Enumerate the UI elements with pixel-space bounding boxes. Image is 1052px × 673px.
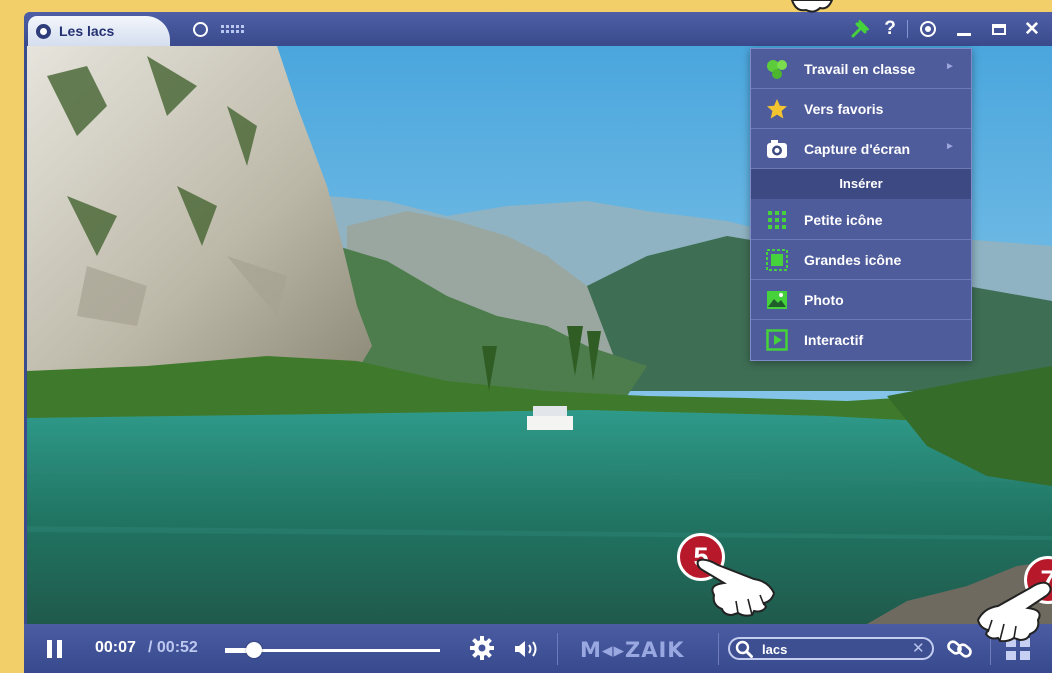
seek-handle[interactable] [246,642,263,658]
menu-item-label: Interactif [804,332,864,348]
menu-item-travail-en-classe[interactable]: Travail en classe ► [751,49,971,89]
interactive-play-icon [766,329,788,351]
star-icon [767,99,787,119]
pin-icon[interactable] [850,19,870,39]
small-icon-grid-icon [768,211,786,229]
mozaik-logo: M◂▸ZAIK [580,638,685,662]
current-time: 00:07 [95,639,136,656]
menu-item-label: Photo [804,292,844,308]
menu-item-label: Petite icône [804,212,883,228]
player-control-bar: 00:07 / 00:52 M◂▸ZAIK lacs ✕ [24,624,1052,673]
title-bar: Les lacs ? ✕ [24,12,1052,46]
menu-item-petite-icone[interactable]: Petite icône [751,200,971,240]
gear-icon[interactable] [470,636,494,660]
search-box: ✕ [728,637,934,660]
pointing-hand-icon [976,581,1052,642]
submenu-arrow-icon: ► [945,61,955,72]
pause-icon[interactable] [47,640,62,658]
menu-item-label: Capture d'écran [804,141,911,157]
link-icon[interactable] [946,637,974,661]
menu-item-interactif[interactable]: Interactif [751,320,971,360]
close-icon[interactable]: ✕ [1022,19,1042,40]
submenu-arrow-icon: ► [945,141,955,152]
photo-icon [767,291,787,309]
eye-icon[interactable] [918,19,938,39]
menu-item-capture-ecran[interactable]: Capture d'écran ► [751,129,971,169]
help-icon[interactable]: ? [881,18,899,39]
pointing-hand-icon [790,0,834,13]
clear-search-icon[interactable]: ✕ [912,639,925,657]
menu-section-inserer: Insérer [751,169,971,199]
menu-item-vers-favoris[interactable]: Vers favoris [751,89,971,129]
menu-item-label: Travail en classe [804,61,916,77]
menu-item-label: Grandes icône [804,252,902,268]
control-divider [557,633,558,665]
title-bar-divider [907,20,908,38]
maximize-icon[interactable] [990,19,1008,39]
volume-icon[interactable] [514,639,540,659]
search-icon[interactable] [735,640,753,658]
seek-bar[interactable] [225,642,440,658]
video-window: Les lacs ? ✕ Travail en classe ► Vers fa… [24,12,1052,673]
window-title: Les lacs [59,23,115,39]
dots-grid-icon[interactable] [220,19,244,39]
camera-icon [767,140,787,158]
360-view-icon[interactable] [190,19,210,39]
menu-item-label: Vers favoris [804,101,884,117]
context-menu: Travail en classe ► Vers favoris Capture… [750,48,972,361]
mozaik-logo-icon [36,23,51,39]
search-input[interactable] [762,640,902,658]
window-tab[interactable]: Les lacs [28,16,170,46]
pointing-hand-icon [696,558,776,617]
control-divider [718,633,719,665]
minimize-icon[interactable] [956,19,972,39]
large-icon-icon [766,249,788,271]
duration: / 00:52 [148,639,198,656]
menu-item-grandes-icone[interactable]: Grandes icône [751,240,971,280]
menu-item-photo[interactable]: Photo [751,280,971,320]
classwork-icon [767,60,787,79]
